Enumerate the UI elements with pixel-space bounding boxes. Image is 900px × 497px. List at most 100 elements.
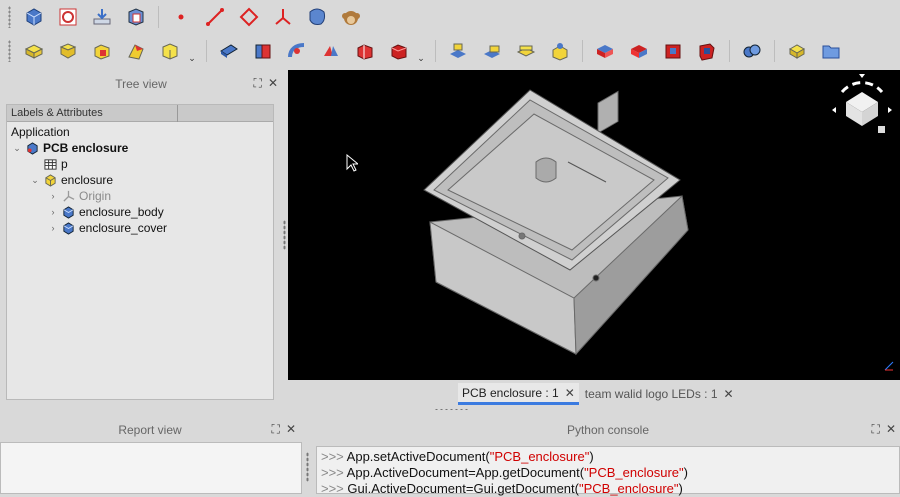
float-panel-icon[interactable]: ⛶ — [272, 422, 280, 437]
loft-icon[interactable] — [513, 38, 539, 64]
tree-item[interactable]: ⌄ enclosure — [7, 172, 273, 188]
tree-item[interactable]: › enclosure_body — [7, 204, 273, 220]
box-icon[interactable] — [21, 38, 47, 64]
sweep-icon[interactable] — [547, 38, 573, 64]
tree-view: Labels & Attributes Application ⌄ PCB enc… — [6, 104, 274, 400]
extrude-icon[interactable] — [250, 38, 276, 64]
separator — [729, 40, 730, 62]
new-body-icon[interactable] — [123, 4, 149, 30]
chevron-right-icon[interactable]: › — [47, 207, 59, 217]
wedge-icon[interactable] — [157, 38, 183, 64]
tree-item-label: PCB enclosure — [43, 141, 129, 155]
chevron-right-icon[interactable]: › — [47, 223, 59, 233]
toolbar-grip[interactable] — [8, 6, 11, 28]
section-icon[interactable] — [479, 38, 505, 64]
sketch-icon[interactable] — [55, 4, 81, 30]
report-view[interactable] — [0, 442, 302, 494]
body-icon — [61, 221, 75, 235]
close-panel-icon[interactable]: ✕ — [286, 422, 296, 437]
3d-viewport[interactable] — [288, 70, 900, 380]
common-icon[interactable] — [784, 38, 810, 64]
separator — [582, 40, 583, 62]
toolbar-row-1 — [0, 0, 900, 34]
compound-icon[interactable] — [592, 38, 618, 64]
tree-item-label: p — [61, 157, 68, 171]
tab-label: PCB enclosure : 1 — [462, 385, 559, 400]
separator — [206, 40, 207, 62]
tree-item[interactable]: p — [7, 156, 273, 172]
folder-icon[interactable] — [818, 38, 844, 64]
fuse-icon[interactable] — [739, 38, 765, 64]
tree-view-title-bar: Tree view ⛶ ✕ — [0, 72, 282, 96]
python-console[interactable]: >>> App.setActiveDocument("PCB_enclosure… — [316, 446, 900, 497]
cylinder-icon[interactable] — [55, 38, 81, 64]
python-console-title-bar: Python console ⛶ ✕ — [316, 418, 900, 442]
tree-item[interactable]: ⌄ PCB enclosure — [7, 140, 273, 156]
tab-label: team walid logo LEDs : 1 — [584, 387, 718, 401]
console-code: App.ActiveDocument=App.getDocument( — [346, 465, 585, 480]
report-view-title-bar: Report view ⛶ ✕ — [0, 418, 300, 442]
navigation-cube[interactable] — [828, 72, 896, 140]
tree-item-label: enclosure_body — [79, 205, 164, 219]
part-icon[interactable] — [21, 4, 47, 30]
origin-icon — [61, 189, 75, 203]
polygon-icon[interactable] — [236, 4, 262, 30]
tree-item-label: Origin — [79, 189, 112, 203]
tab-team-walid-logo-leds[interactable]: team walid logo LEDs : 1 ✕ — [581, 383, 738, 405]
console-code-end: ) — [589, 449, 594, 464]
axes-icon[interactable] — [270, 4, 296, 30]
toolbar-grip[interactable] — [8, 40, 11, 62]
shape-builder-icon[interactable] — [216, 38, 242, 64]
float-panel-icon[interactable]: ⛶ — [254, 76, 262, 91]
prism-icon[interactable] — [123, 38, 149, 64]
console-line: >>> Gui.ActiveDocument=Gui.getDocument("… — [321, 481, 895, 497]
cut-icon[interactable] — [694, 38, 720, 64]
tree-item[interactable]: › enclosure_cover — [7, 220, 273, 236]
close-panel-icon[interactable]: ✕ — [268, 76, 278, 91]
panel-title: Report view — [118, 423, 182, 437]
explode-icon[interactable] — [626, 38, 652, 64]
close-icon[interactable]: ✕ — [724, 387, 734, 401]
axis-cross-icon — [884, 360, 894, 371]
line-icon[interactable] — [202, 4, 228, 30]
splitter-handle[interactable] — [434, 408, 468, 411]
chevron-down-icon[interactable]: ⌄ — [29, 175, 41, 186]
chevron-down-icon[interactable]: ⌄ — [187, 38, 197, 64]
splitter-handle[interactable] — [283, 220, 286, 250]
tree-item-label: enclosure_cover — [79, 221, 168, 235]
float-panel-icon[interactable]: ⛶ — [872, 422, 880, 437]
toolbar-row-2: ⌄ ⌄ — [0, 34, 900, 68]
chevron-down-icon[interactable]: ⌄ — [416, 38, 426, 64]
spreadsheet-icon — [43, 157, 57, 171]
face-icon[interactable] — [445, 38, 471, 64]
blob-icon[interactable] — [304, 4, 330, 30]
column-header[interactable]: Labels & Attributes — [7, 105, 273, 122]
tree-item-label: enclosure — [61, 173, 114, 187]
close-panel-icon[interactable]: ✕ — [886, 422, 896, 437]
tree-item[interactable]: › Origin — [7, 188, 273, 204]
document-icon — [25, 141, 39, 155]
panel-title: Tree view — [115, 77, 167, 91]
monkey-icon[interactable] — [338, 4, 364, 30]
point-icon[interactable] — [168, 4, 194, 30]
part-container-icon — [43, 173, 57, 187]
tab-pcb-enclosure[interactable]: PCB enclosure : 1 ✕ — [458, 383, 579, 405]
fillet-icon[interactable] — [352, 38, 378, 64]
panel-title: Python console — [566, 423, 650, 437]
console-string: "PCB_enclosure" — [489, 449, 590, 464]
chevron-right-icon[interactable]: › — [47, 191, 59, 201]
separator — [435, 40, 436, 62]
splitter-handle[interactable] — [306, 452, 309, 482]
console-prompt: >>> — [321, 449, 347, 464]
separator — [158, 6, 159, 28]
chevron-down-icon[interactable]: ⌄ — [11, 143, 23, 154]
boolean-icon[interactable] — [660, 38, 686, 64]
separator — [774, 40, 775, 62]
cone-icon[interactable] — [89, 38, 115, 64]
tree-item-application[interactable]: Application — [7, 124, 273, 140]
chamfer-icon[interactable] — [386, 38, 412, 64]
revolve-icon[interactable] — [284, 38, 310, 64]
close-icon[interactable]: ✕ — [565, 386, 575, 400]
mirror-icon[interactable] — [318, 38, 344, 64]
import-icon[interactable] — [89, 4, 115, 30]
